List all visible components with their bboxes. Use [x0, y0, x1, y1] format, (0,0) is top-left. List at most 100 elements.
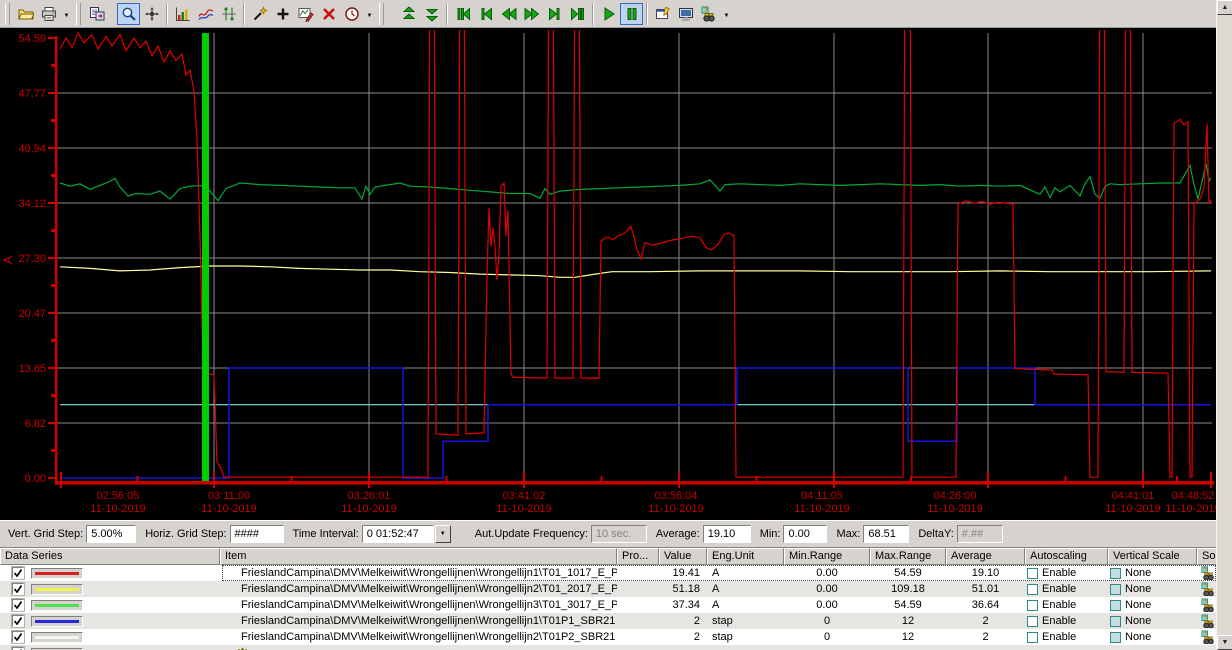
vertical-scale-label: None — [1125, 598, 1151, 613]
time-range-button[interactable] — [340, 3, 363, 25]
wizard-button[interactable] — [248, 3, 271, 25]
pan-mode-button[interactable] — [140, 3, 163, 25]
time-interval-field[interactable]: 0 01:52:47 — [362, 525, 434, 543]
column-header-eng-unit[interactable]: Eng.Unit — [707, 548, 784, 565]
autoscaling-checkbox[interactable] — [1027, 600, 1038, 611]
series-color-swatch — [31, 600, 83, 611]
x-tick-time: 02:56:05 — [97, 490, 140, 502]
vertical-scale-mode-button[interactable] — [217, 3, 240, 25]
autoscaling-checkbox[interactable] — [1027, 616, 1038, 627]
pause-button[interactable] — [620, 3, 643, 25]
forward-button[interactable] — [520, 3, 543, 25]
trend-plot[interactable]: 54.5947.7740.9434.1227.3020.4713.656.820… — [0, 28, 1232, 520]
vertical-scale-checkbox[interactable] — [1110, 600, 1121, 611]
chart-curves-button[interactable] — [194, 3, 217, 25]
delete-series-button[interactable] — [317, 3, 340, 25]
datasource-icon[interactable]: ? — [1201, 630, 1216, 644]
datasource-icon[interactable]: ? — [1201, 566, 1216, 580]
column-header-data-series[interactable]: Data Series — [0, 548, 220, 565]
scroll-chart-up-button[interactable] — [397, 3, 420, 25]
series-visibility-checkbox[interactable] — [12, 615, 24, 627]
rewind-button[interactable] — [497, 3, 520, 25]
scroll-up-icon — [401, 6, 417, 22]
jump-end-button[interactable] — [566, 3, 589, 25]
time-range-more-dropdown-button[interactable]: ▼ — [363, 3, 376, 25]
table-row[interactable]: FrieslandCampina\DMV\Melkeiwit\Wrongelli… — [0, 565, 1232, 581]
column-header-max-range[interactable]: Max.Range — [870, 548, 946, 565]
column-header-autoscaling[interactable]: Autoscaling — [1025, 548, 1108, 565]
toolbar-separator — [446, 3, 448, 25]
x-tick-date: 11-10-2019 — [90, 503, 145, 515]
horiz-grid-step-field[interactable]: #### — [230, 525, 284, 543]
series-visibility-checkbox[interactable] — [12, 631, 24, 643]
delta-y-field: #.## — [957, 525, 1003, 543]
find-tag-button[interactable]: ? — [697, 3, 720, 25]
display-icon — [678, 6, 694, 22]
add-series-button[interactable] — [271, 3, 294, 25]
column-header-item[interactable]: Item — [220, 548, 617, 565]
zoom-mode-button[interactable] — [117, 3, 140, 25]
trend-chart-area[interactable]: 54.5947.7740.9434.1227.3020.4713.656.820… — [0, 28, 1232, 520]
step-forward-button[interactable] — [543, 3, 566, 25]
vertical-scale-checkbox[interactable] — [1110, 584, 1121, 595]
column-header-vertical-scale[interactable]: Vertical Scale — [1108, 548, 1197, 565]
vertical-scrollbar[interactable]: ▲ ▼ — [1216, 0, 1232, 650]
autoscaling-cell — [1025, 645, 1108, 650]
scrollbar-up-button[interactable]: ▲ — [1217, 0, 1232, 15]
table-row[interactable]: FrieslandCampina\DMV\Melkeiwit\Wrongelli… — [0, 597, 1232, 613]
average-field: 19.10 — [703, 525, 751, 543]
print-button[interactable] — [37, 3, 60, 25]
data-series-cell — [0, 629, 220, 645]
table-row[interactable]: FrieslandCampina\DMV\Melkeiwit\Wrongelli… — [0, 581, 1232, 597]
find-tag-icon: ? — [701, 6, 717, 22]
column-header-pro-[interactable]: Pro... — [617, 548, 659, 565]
datasource-icon[interactable]: ? — [1201, 582, 1216, 596]
vertical-scale-cell: None — [1108, 613, 1197, 629]
play-icon — [601, 6, 617, 22]
datasource-icon[interactable]: ? — [1201, 614, 1216, 628]
column-header-min-range[interactable]: Min.Range — [784, 548, 870, 565]
step-back-button[interactable] — [474, 3, 497, 25]
scrollbar-down-button[interactable]: ▼ — [1217, 635, 1232, 650]
vertical-scale-checkbox[interactable] — [1110, 616, 1121, 627]
open-button[interactable] — [14, 3, 37, 25]
properties-button[interactable] — [651, 3, 674, 25]
time-interval-dropdown-button[interactable]: ▼ — [435, 525, 451, 543]
item-cell: FrieslandCampina\DMV\Melkeiwit\Wrongelli… — [220, 565, 617, 581]
jump-start-button[interactable] — [451, 3, 474, 25]
y-tick-label: 0.00 — [25, 473, 46, 485]
horiz-grid-step-label: Horiz. Grid Step: — [145, 528, 226, 540]
chart-gallery-button[interactable] — [171, 3, 194, 25]
display-settings-button[interactable] — [674, 3, 697, 25]
average-cell: 19.10 — [946, 565, 1025, 581]
toolbar-more-dropdown-button[interactable]: ▼ — [720, 3, 733, 25]
autoscaling-checkbox[interactable] — [1027, 584, 1038, 595]
series-color-swatch — [31, 616, 83, 627]
table-row[interactable]: FrieslandCampina\DMV\Melkeiwit\Wrongelli… — [0, 613, 1232, 629]
chevron-down-icon: ▼ — [440, 531, 446, 537]
export-report-button[interactable] — [85, 3, 108, 25]
column-header-average[interactable]: Average — [946, 548, 1025, 565]
series-visibility-checkbox[interactable] — [12, 583, 24, 595]
table-row[interactable]: FrieslandCampina\DMV\Melkeiwit\Wrongelli… — [0, 629, 1232, 645]
max-range-cell: 109.18 — [870, 581, 946, 597]
series-visibility-checkbox[interactable] — [12, 599, 24, 611]
time-cursor[interactable] — [202, 33, 209, 483]
vert-grid-step-field[interactable]: 5.00% — [86, 525, 136, 543]
edit-chart-button[interactable] — [294, 3, 317, 25]
data-series-cell — [0, 581, 220, 597]
autoscaling-checkbox[interactable] — [1027, 568, 1038, 579]
vertical-scale-checkbox[interactable] — [1110, 568, 1121, 579]
column-header-value[interactable]: Value — [659, 548, 707, 565]
item-cell — [220, 645, 617, 650]
x-tick-time: 04:26:00 — [934, 490, 977, 502]
autoscaling-checkbox[interactable] — [1027, 632, 1038, 643]
play-button[interactable] — [597, 3, 620, 25]
vertical-scale-checkbox[interactable] — [1110, 632, 1121, 643]
series-visibility-checkbox[interactable] — [12, 567, 24, 579]
table-row[interactable] — [0, 645, 1232, 650]
jump-start-icon — [455, 6, 471, 22]
datasource-icon[interactable]: ? — [1201, 598, 1216, 612]
file-more-dropdown-button[interactable]: ▼ — [60, 3, 73, 25]
scroll-chart-down-button[interactable] — [420, 3, 443, 25]
